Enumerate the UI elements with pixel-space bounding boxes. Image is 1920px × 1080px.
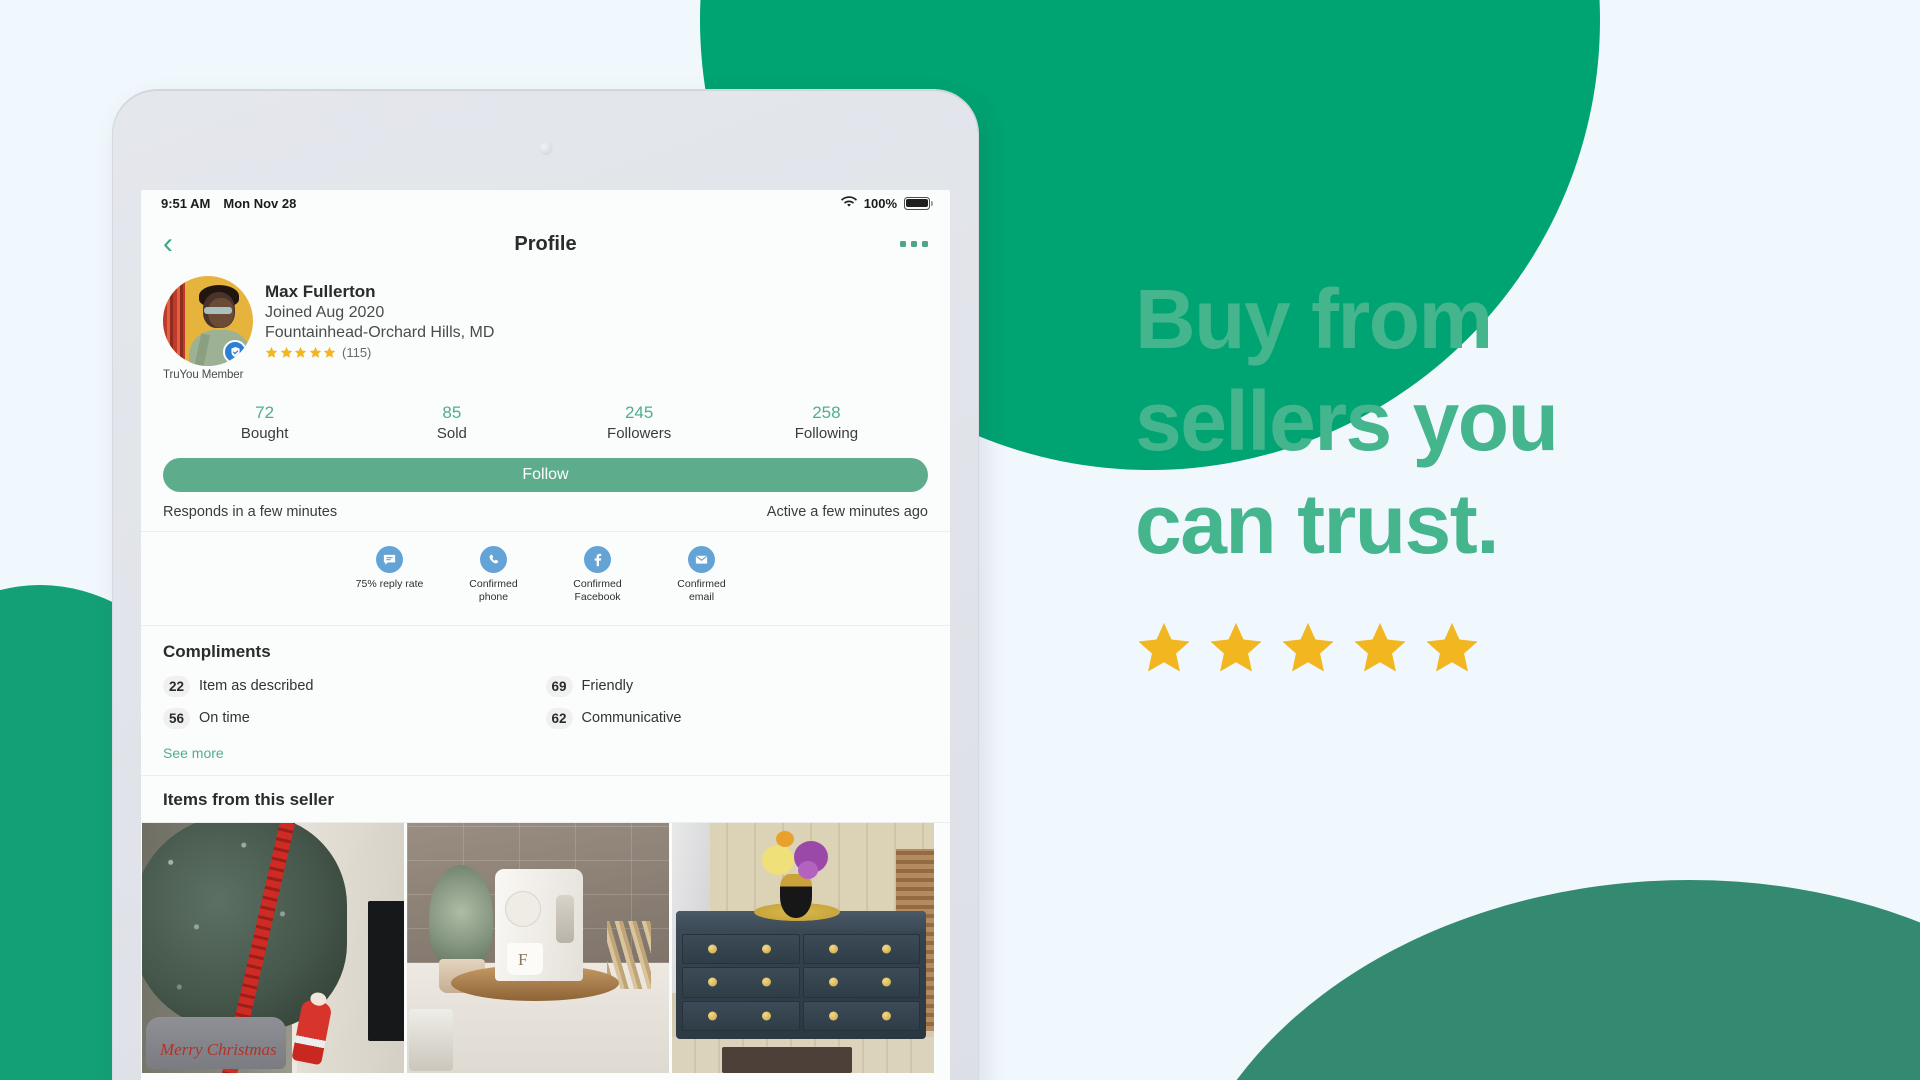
rating-stars (265, 346, 336, 359)
compliment-item: 69 Friendly (545, 675, 929, 697)
camera-dot-icon (539, 142, 552, 155)
verified-check-icon (223, 340, 247, 364)
phone-icon (480, 546, 507, 573)
stat-sold[interactable]: 85 Sold (358, 403, 545, 442)
promo-headline: Buy from sellers you can trust. (1135, 268, 1835, 575)
stat-value: 72 (255, 403, 275, 422)
avatar[interactable] (163, 276, 253, 366)
star-icon (1426, 623, 1478, 672)
green-shape-bottom-right (1170, 880, 1920, 1080)
page-title: Profile (514, 232, 577, 255)
more-options-icon[interactable] (900, 241, 928, 247)
compliment-item: 22 Item as described (163, 675, 546, 697)
status-time: 9:51 AM (161, 195, 211, 211)
compliment-count: 69 (545, 675, 573, 697)
star-icon (1282, 623, 1334, 672)
compliment-count: 22 (163, 675, 191, 697)
listing-card-navy-dresser[interactable] (672, 822, 934, 1073)
profile-header: TruYou Member Max Fullerton Joined Aug 2… (141, 272, 950, 381)
badge-reply-rate[interactable]: 75% reply rate (353, 546, 427, 605)
compliment-count: 56 (163, 707, 191, 729)
stat-label: Following (794, 425, 859, 442)
stat-followers[interactable]: 245 Followers (546, 403, 733, 442)
collar-text: Merry Christmas (160, 1039, 277, 1059)
compliment-label: Communicative (581, 710, 682, 727)
listing-card-espresso-machine[interactable]: F (407, 822, 669, 1073)
chat-bubble-icon (376, 546, 403, 573)
see-more-link[interactable]: See more (163, 729, 928, 775)
promo-headline-line: sellers you (1135, 374, 1559, 469)
compliments-grid: 22 Item as described 69 Friendly 56 On time 62… (163, 675, 929, 729)
badge-confirmed-email[interactable]: Confirmed email (665, 546, 739, 605)
compliment-label: On time (199, 710, 250, 727)
badge-label: Confirmed email (677, 578, 726, 604)
star-icon (1210, 623, 1262, 672)
compliments-section: Compliments 22 Item as described 69 Friendl… (141, 626, 950, 776)
items-section-title: Items from this seller (141, 776, 950, 823)
stat-label: Bought (240, 425, 289, 442)
seller-rating: (115) (265, 345, 494, 360)
battery-full-icon (904, 196, 934, 210)
wifi-icon (840, 195, 857, 211)
seller-location: Fountainhead-Orchard Hills, MD (265, 324, 495, 341)
compliment-label: Friendly (581, 678, 634, 695)
compliment-count: 62 (545, 707, 573, 729)
promo-headline-line: can trust. (1135, 476, 1500, 571)
star-icon (323, 346, 336, 358)
activity-row: Responds in a few minutes Active a few m… (141, 492, 950, 532)
compliments-title: Compliments (163, 641, 271, 661)
badge-confirmed-facebook[interactable]: Confirmed Facebook (561, 546, 635, 605)
responds-text: Responds in a few minutes (163, 504, 338, 520)
stat-label: Followers (607, 425, 672, 442)
badge-label: Confirmed Facebook (573, 578, 622, 604)
tablet-screen: 9:51 AM Mon Nov 28 100% ‹ Profile TruYou… (141, 190, 950, 1080)
star-icon (309, 346, 321, 358)
trust-badges-row: 75% reply rate Confirmed phone Confirmed… (141, 532, 950, 626)
items-grid: Merry Christmas F (141, 822, 950, 1073)
avatar-block: TruYou Member (163, 276, 261, 381)
stat-following[interactable]: 258 Following (733, 403, 920, 442)
stat-label: Sold (436, 425, 467, 442)
tablet-device-mockup: 9:51 AM Mon Nov 28 100% ‹ Profile TruYou… (113, 90, 978, 1080)
follow-button[interactable]: Follow (163, 458, 928, 492)
badge-label: 75% reply rate (355, 578, 424, 590)
badge-label: Confirmed phone (469, 578, 518, 604)
star-icon (1138, 623, 1190, 672)
star-icon (280, 346, 292, 358)
compliment-item: 62 Communicative (545, 707, 929, 729)
star-icon (294, 346, 307, 358)
review-count: (115) (342, 345, 372, 360)
stat-value: 245 (624, 403, 654, 422)
promo-headline-line: Buy from (1135, 272, 1493, 366)
compliment-label: Item as described (199, 678, 314, 695)
star-icon (1354, 623, 1406, 672)
truyou-member-label: TruYou Member (163, 369, 244, 381)
status-date: Mon Nov 28 (223, 195, 297, 211)
star-icon (265, 346, 278, 358)
facebook-icon (584, 546, 611, 573)
profile-stats-row: 72 Bought 85 Sold 245 Followers 258 Following (141, 393, 950, 442)
stat-value: 258 (812, 403, 841, 422)
cup-monogram: F (518, 949, 528, 969)
active-text: Active a few minutes ago (766, 504, 928, 520)
envelope-icon (688, 546, 715, 573)
stat-value: 85 (442, 403, 462, 422)
joined-date: Joined Aug 2020 (265, 304, 385, 321)
battery-percent: 100% (863, 195, 897, 211)
promo-rating-stars (1135, 619, 1835, 677)
stat-bought[interactable]: 72 Bought (171, 403, 358, 442)
seller-name: Max Fullerton (265, 282, 376, 301)
listing-card-christmas-tree[interactable]: Merry Christmas (142, 822, 404, 1073)
badge-confirmed-phone[interactable]: Confirmed phone (457, 546, 531, 605)
promo-panel: Buy from sellers you can trust. (1135, 268, 1835, 677)
app-navbar: ‹ Profile (141, 216, 950, 272)
status-bar: 9:51 AM Mon Nov 28 100% (141, 190, 950, 216)
compliment-item: 56 On time (163, 707, 546, 729)
